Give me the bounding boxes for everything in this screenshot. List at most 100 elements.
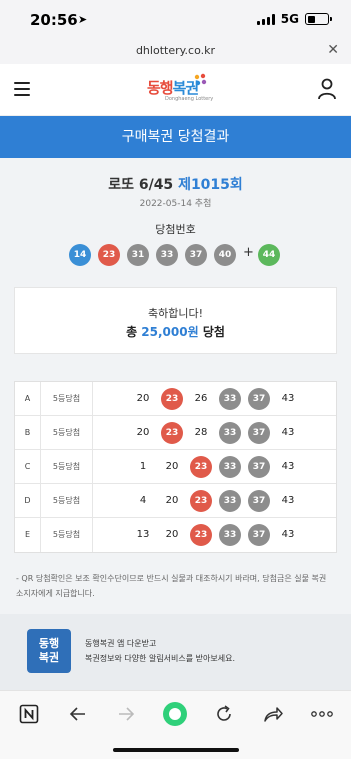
forward-button[interactable] [113, 701, 139, 727]
ticket-letter: B [15, 416, 41, 450]
page-title: 구매복권 당첨결과 [0, 116, 351, 158]
status-time: 20:56 [30, 11, 78, 29]
ticket-number-matched: 37 [248, 490, 270, 512]
reload-icon [217, 705, 231, 721]
winning-ball: 23 [98, 244, 120, 266]
prize-box: 축하합니다! 총 25,000원 당첨 [14, 287, 337, 354]
prize-amount: 25,000원 [141, 325, 199, 339]
logo-mark-icon [194, 73, 207, 86]
ticket-number-matched: 33 [219, 524, 241, 546]
ticket-number: 20 [136, 427, 150, 438]
ticket-letter: D [15, 484, 41, 518]
winning-numbers-label: 당첨번호 [155, 223, 196, 236]
draw-date: 2022-05-14 추첨 [139, 199, 212, 209]
ticket-number: 43 [281, 427, 295, 438]
winning-ball: 33 [156, 244, 178, 266]
ticket-number-matched: 33 [219, 490, 241, 512]
ticket-rank: 5등당첨 [41, 518, 93, 552]
notice-line-1: - QR 당첨확인은 보조 확인수단이므로 반드시 실물과 대조하시기 바라며,… [16, 574, 327, 583]
user-icon[interactable] [317, 78, 337, 100]
ticket-letter: C [15, 450, 41, 484]
app-logo-line-2: 복권 [38, 651, 60, 664]
notice-text: - QR 당첨확인은 보조 확인수단이므로 반드시 실물과 대조하시기 바라며,… [16, 571, 338, 601]
ticket-row: A 5등당첨 20 23 26 33 37 43 [15, 382, 336, 416]
green-dot-button[interactable] [162, 701, 188, 727]
logo-text-part1: 동행 [147, 79, 174, 97]
ticket-number-matched: 23 [190, 524, 212, 546]
ticket-letter: A [15, 382, 41, 416]
network-type: 5G [280, 12, 299, 26]
prize-prefix: 총 [126, 325, 138, 339]
ticket-number-matched: 23 [161, 422, 183, 444]
ticket-row: E 5등당첨 13 20 23 33 37 43 [15, 518, 336, 552]
app-logo[interactable]: 동행 복권 [27, 629, 71, 673]
status-indicators: 5G [256, 12, 332, 26]
ticket-row: D 5등당첨 4 20 23 33 37 43 [15, 484, 336, 518]
app-download-banner[interactable]: 동행 복권 동행복권 앱 다운받고 복권정보와 다양한 알림서비스를 받아보세요… [0, 614, 351, 690]
winning-ball: 14 [69, 244, 91, 266]
ticket-row: C 5등당첨 1 20 23 33 37 43 [15, 450, 336, 484]
ticket-results-table: A 5등당첨 20 23 26 33 37 43 B 5등당첨 20 23 28 33 37 43 C 5등당첨 1… [14, 381, 337, 553]
more-button[interactable] [309, 701, 335, 727]
prize-suffix: 당첨 [202, 325, 225, 339]
ticket-rank: 5등당첨 [41, 450, 93, 484]
hamburger-menu-icon[interactable] [14, 82, 30, 96]
app-logo-line-1: 동행 [38, 637, 60, 650]
ticket-number-matched: 23 [190, 456, 212, 478]
ticket-row: B 5등당첨 20 23 28 33 37 43 [15, 416, 336, 450]
ticket-number: 26 [194, 393, 208, 404]
prize-congrats: 축하합니다! [147, 307, 203, 320]
browser-toolbar [0, 690, 351, 759]
share-icon [264, 707, 283, 722]
ticket-number: 20 [165, 529, 179, 540]
winning-ball: 37 [185, 244, 207, 266]
url-text[interactable]: dhlottery.co.kr [0, 44, 351, 57]
ticket-number-matched: 37 [248, 388, 270, 410]
ticket-number: 20 [165, 495, 179, 506]
ticket-number-matched: 33 [219, 456, 241, 478]
ticket-number-matched: 37 [248, 422, 270, 444]
ticket-number-matched: 23 [161, 388, 183, 410]
signal-icon [256, 13, 275, 25]
logo-subtitle: Donghaeng Lottery [165, 96, 214, 102]
game-name: 로또 6/45 [108, 177, 174, 193]
ticket-number: 28 [194, 427, 208, 438]
green-dot-icon [163, 702, 187, 726]
ticket-number-matched: 37 [248, 456, 270, 478]
battery-icon [305, 13, 332, 25]
share-button[interactable] [260, 701, 286, 727]
ticket-number: 20 [165, 461, 179, 472]
arrow-right-icon [119, 707, 135, 721]
ticket-number-matched: 23 [190, 490, 212, 512]
reload-button[interactable] [211, 701, 237, 727]
more-icon [311, 711, 333, 717]
ticket-number: 4 [139, 495, 147, 506]
ticket-number-matched: 33 [219, 422, 241, 444]
ticket-rank: 5등당첨 [41, 416, 93, 450]
back-button[interactable] [65, 701, 91, 727]
notice-line-2: 소지자에게 지급합니다. [16, 589, 95, 598]
winning-ball: 40 [214, 244, 236, 266]
site-logo[interactable]: 동행복권 Donghaeng Lottery [147, 73, 213, 105]
ticket-rank: 5등당첨 [41, 484, 93, 518]
ticket-number-matched: 33 [219, 388, 241, 410]
arrow-left-icon [69, 707, 85, 721]
ticket-number: 20 [136, 393, 150, 404]
banner-text-line-1: 동행복권 앱 다운받고 [85, 639, 157, 648]
ticket-number: 43 [281, 393, 295, 404]
bonus-ball: 44 [258, 244, 280, 266]
ticket-number: 13 [136, 529, 150, 540]
ticket-number: 43 [281, 495, 295, 506]
plus-sign: + [243, 245, 254, 260]
banner-text-line-2: 복권정보와 다양한 알림서비스를 받아보세요. [85, 654, 236, 663]
naver-n-icon [19, 704, 39, 724]
ticket-number: 1 [139, 461, 147, 472]
address-bar[interactable]: dhlottery.co.kr ✕ [0, 38, 351, 64]
naver-home-button[interactable] [16, 701, 42, 727]
close-icon[interactable]: ✕ [327, 42, 339, 58]
home-indicator [113, 748, 239, 752]
prize-amount-line: 총 25,000원 당첨 [15, 323, 336, 340]
ticket-number: 43 [281, 529, 295, 540]
location-arrow-icon: ➤ [78, 13, 88, 26]
draw-title: 로또 6/45 제1015회 [0, 174, 351, 194]
